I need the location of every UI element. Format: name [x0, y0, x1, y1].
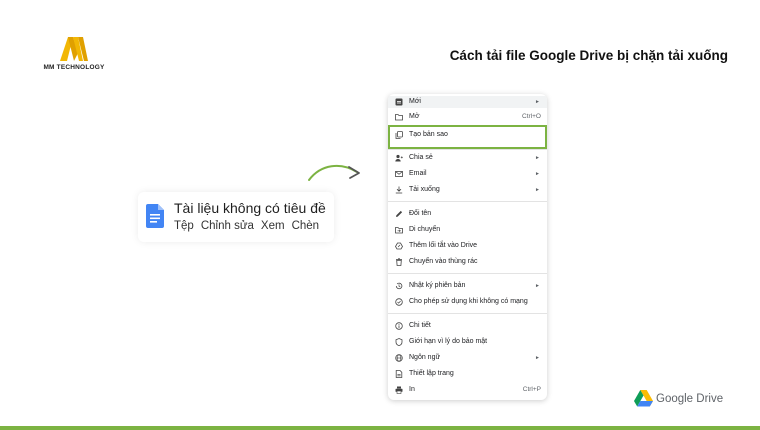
globe-icon — [395, 354, 403, 362]
move-folder-icon — [395, 227, 403, 234]
submenu-arrow-icon: ► — [535, 171, 540, 177]
menu-insert[interactable]: Chèn — [292, 220, 320, 232]
menu-item-details[interactable]: Chi tiết — [388, 320, 547, 332]
doc-menu-bar: Tệp Chỉnh sửa Xem Chèn — [174, 220, 326, 232]
pencil-icon — [396, 210, 403, 217]
google-drive-label: Google Drive — [656, 393, 724, 405]
google-drive-icon — [634, 390, 653, 407]
shortcut-label: Ctrl+O — [522, 113, 541, 120]
mail-icon — [395, 171, 403, 177]
menu-item-label: Thiết lập trang — [409, 370, 454, 377]
person-add-icon — [395, 154, 403, 162]
printer-icon — [395, 386, 403, 394]
copy-icon — [395, 131, 403, 139]
menu-item-add-shortcut[interactable]: Thêm lối tắt vào Drive — [388, 240, 547, 252]
new-doc-icon — [395, 98, 403, 106]
submenu-arrow-icon: ► — [535, 99, 540, 105]
submenu-arrow-icon: ► — [535, 187, 540, 193]
menu-divider — [388, 201, 547, 202]
menu-item-label: Chuyển vào thùng rác — [409, 258, 478, 265]
menu-item-version-history[interactable]: Nhật ký phiên bản ► — [388, 280, 547, 292]
menu-item-move[interactable]: Di chuyển — [388, 224, 547, 236]
drive-shortcut-icon — [395, 242, 403, 250]
menu-item-label: Mới — [409, 98, 421, 105]
mm-logo-icon — [60, 37, 88, 61]
menu-item-label: Giới hạn vì lý do bảo mật — [409, 338, 488, 345]
menu-item-label: Cho phép sử dụng khi không có mạng — [409, 298, 528, 305]
menu-item-label: Chi tiết — [409, 322, 431, 329]
menu-item-email[interactable]: Email ► — [388, 168, 547, 180]
menu-item-offline[interactable]: Cho phép sử dụng khi không có mạng — [388, 296, 547, 308]
menu-divider — [388, 273, 547, 274]
menu-item-page-setup[interactable]: Thiết lập trang — [388, 368, 547, 380]
doc-header-card: Tài liệu không có tiêu đề Tệp Chỉnh sửa Xe… — [138, 192, 334, 242]
menu-item-label: Chia sẻ — [409, 154, 433, 161]
shortcut-label: Ctrl+P — [522, 386, 541, 393]
shield-icon — [395, 338, 403, 346]
menu-item-label: Tải xuống — [409, 186, 440, 193]
menu-item-security-limits[interactable]: Giới hạn vì lý do bảo mật — [388, 336, 547, 348]
menu-item-label: Thêm lối tắt vào Drive — [409, 242, 478, 249]
page-title: Cách tải file Google Drive bị chặn tải x… — [449, 48, 728, 63]
folder-icon — [395, 114, 403, 121]
menu-item-label: Ngôn ngữ — [409, 354, 441, 361]
brand-logo: MM TECHNOLOGY — [34, 36, 114, 71]
menu-divider — [388, 149, 547, 150]
google-docs-icon — [146, 204, 164, 228]
page-setup-icon — [395, 370, 403, 378]
menu-item-trash[interactable]: Chuyển vào thùng rác — [388, 256, 547, 268]
menu-item-label: Nhật ký phiên bản — [409, 282, 466, 289]
menu-item-label: Email — [409, 170, 427, 177]
menu-item-share[interactable]: Chia sẻ ► — [388, 152, 547, 164]
submenu-arrow-icon: ► — [535, 283, 540, 289]
menu-item-label: Đổi tên — [409, 210, 432, 217]
trash-icon — [396, 258, 402, 266]
menu-item-label: Mở — [409, 113, 420, 120]
menu-item-print[interactable]: In Ctrl+P — [388, 384, 547, 396]
menu-file[interactable]: Tệp — [174, 220, 194, 232]
menu-view[interactable]: Xem — [261, 220, 285, 232]
menu-item-rename[interactable]: Đổi tên — [388, 208, 547, 220]
submenu-arrow-icon: ► — [535, 155, 540, 161]
file-menu: Mới ► Mở Ctrl+O Tạo bản sao Chia sẻ ► Em… — [388, 94, 547, 400]
menu-item-new[interactable]: Mới ► — [388, 96, 547, 108]
info-icon — [395, 322, 403, 330]
menu-item-label: Tạo bản sao — [409, 131, 448, 138]
menu-item-download[interactable]: Tải xuống ► — [388, 184, 547, 196]
download-icon — [395, 186, 403, 194]
doc-title[interactable]: Tài liệu không có tiêu đề — [174, 200, 326, 216]
curved-arrow-icon — [308, 164, 360, 181]
menu-edit[interactable]: Chỉnh sửa — [201, 220, 254, 232]
menu-item-label: Di chuyển — [409, 226, 441, 233]
menu-item-language[interactable]: Ngôn ngữ ► — [388, 352, 547, 364]
menu-divider — [388, 313, 547, 314]
offline-icon — [395, 298, 403, 306]
menu-item-label: In — [409, 386, 415, 393]
brand-name: MM TECHNOLOGY — [43, 64, 105, 71]
submenu-arrow-icon: ► — [535, 355, 540, 361]
menu-item-make-copy[interactable]: Tạo bản sao — [388, 129, 547, 141]
history-icon — [395, 282, 403, 290]
menu-item-open[interactable]: Mở Ctrl+O — [388, 111, 547, 123]
accent-bottom-bar — [0, 426, 760, 430]
